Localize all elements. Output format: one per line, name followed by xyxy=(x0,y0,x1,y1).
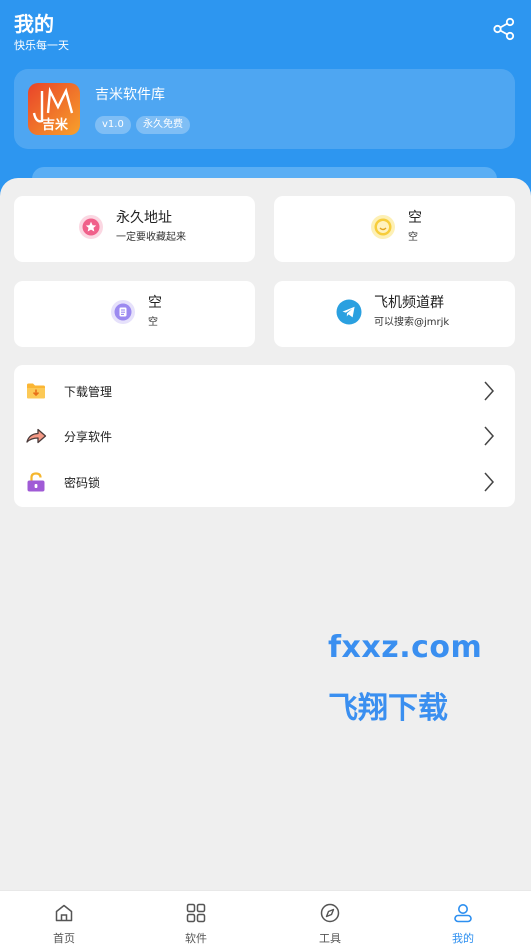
tile-title: 永久地址 xyxy=(116,210,172,226)
tile-title: 空 xyxy=(148,295,162,311)
telegram-icon xyxy=(336,299,362,325)
home-icon xyxy=(53,902,75,924)
menu-list: 下载管理 分享软件 密码锁 xyxy=(14,365,515,507)
tab-label: 首页 xyxy=(53,932,75,945)
chevron-right-icon xyxy=(482,380,496,402)
page-subtitle: 快乐每一天 xyxy=(14,39,69,52)
menu-item-download-manager[interactable]: 下载管理 xyxy=(14,371,515,411)
padlock-icon xyxy=(25,471,47,493)
app-name: 吉米软件库 xyxy=(95,87,165,103)
tile-subtitle: 一定要收藏起来 xyxy=(116,232,186,243)
version-badge: v1.0 xyxy=(95,116,131,134)
tile-telegram-channel[interactable]: 飞机频道群 可以搜索@jmrjk xyxy=(274,281,515,347)
tile-empty-1[interactable]: 空 空 xyxy=(274,196,515,262)
receipt-badge-icon xyxy=(110,299,136,325)
tile-subtitle: 空 xyxy=(408,232,418,243)
license-badge: 永久免费 xyxy=(136,116,190,134)
grid-icon xyxy=(185,902,207,924)
tile-subtitle: 空 xyxy=(148,317,158,328)
person-icon xyxy=(452,902,474,924)
menu-item-share-software[interactable]: 分享软件 xyxy=(14,416,515,456)
download-folder-icon xyxy=(25,380,47,402)
tile-empty-2[interactable]: 空 空 xyxy=(14,281,255,347)
share-icon[interactable] xyxy=(491,16,517,42)
compass-icon xyxy=(319,902,341,924)
chevron-right-icon xyxy=(482,471,496,493)
page-title: 我的 xyxy=(14,12,54,36)
star-badge-icon xyxy=(78,214,104,240)
app-info-card[interactable]: 吉米 吉米软件库 v1.0 永久免费 xyxy=(14,69,515,149)
watermark-brand: 飞翔下载 xyxy=(328,691,448,726)
watermark-domain: fxxz.com xyxy=(328,630,483,665)
svg-text:吉米: 吉米 xyxy=(42,117,69,133)
tab-home[interactable]: 首页 xyxy=(0,891,132,952)
menu-item-label: 密码锁 xyxy=(64,476,101,490)
smiley-coin-icon xyxy=(370,214,396,240)
tab-tools[interactable]: 工具 xyxy=(266,891,398,952)
app-logo: 吉米 xyxy=(28,83,80,135)
menu-item-label: 分享软件 xyxy=(64,430,113,444)
share-arrow-icon xyxy=(25,425,47,447)
tile-title: 飞机频道群 xyxy=(374,295,444,311)
bottom-tab-bar: 首页 软件 工具 我的 xyxy=(0,890,531,952)
tab-label: 软件 xyxy=(185,932,207,945)
tab-label: 工具 xyxy=(319,932,341,945)
chevron-right-icon xyxy=(482,425,496,447)
tile-title: 空 xyxy=(408,210,422,226)
menu-item-password-lock[interactable]: 密码锁 xyxy=(14,462,515,502)
tab-mine[interactable]: 我的 xyxy=(399,891,531,952)
tab-software[interactable]: 软件 xyxy=(132,891,264,952)
tile-permanent-address[interactable]: 永久地址 一定要收藏起来 xyxy=(14,196,255,262)
tab-label: 我的 xyxy=(452,932,474,945)
menu-item-label: 下载管理 xyxy=(64,385,113,399)
tile-subtitle: 可以搜索@jmrjk xyxy=(374,317,450,328)
